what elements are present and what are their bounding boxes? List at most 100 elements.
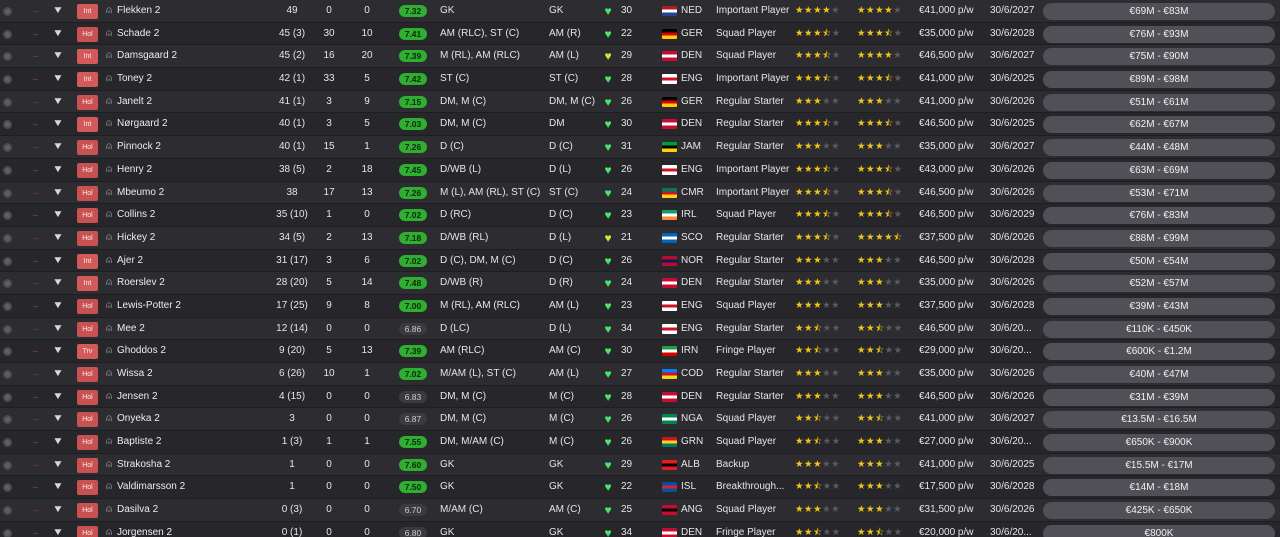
transfer-value[interactable]: €76M - €83M: [1043, 207, 1275, 225]
chevron-down-icon[interactable]: ▼: [51, 23, 65, 46]
chevron-down-icon[interactable]: ▼: [51, 295, 65, 318]
transfer-value[interactable]: €88M - €99M: [1043, 229, 1275, 247]
player-name[interactable]: Mbeumo 2: [117, 182, 267, 205]
chevron-down-icon[interactable]: ▼: [51, 113, 65, 136]
table-row[interactable]: ▼ Hol ⍝ Schade 2 45 (3) 30 10 7.41 AM (R…: [0, 22, 1280, 46]
player-name[interactable]: Hickey 2: [117, 227, 267, 250]
chevron-down-icon[interactable]: ▼: [51, 159, 65, 182]
transfer-value[interactable]: €39M - €43M: [1043, 297, 1275, 315]
chevron-down-icon[interactable]: ▼: [51, 91, 65, 114]
row-select-icon[interactable]: [3, 392, 12, 402]
table-row[interactable]: ▼ Int ⍝ Nørgaard 2 40 (1) 3 5 7.03 DM, M…: [0, 113, 1280, 137]
chevron-down-icon[interactable]: ▼: [51, 250, 65, 273]
table-row[interactable]: ▼ Hol ⍝ Lewis-Potter 2 17 (25) 9 8 7.00 …: [0, 294, 1280, 318]
player-name[interactable]: Jensen 2: [117, 386, 267, 409]
row-select-icon[interactable]: [3, 256, 12, 266]
row-select-icon[interactable]: [3, 120, 12, 130]
table-row[interactable]: ▼ Hol ⍝ Onyeka 2 3 0 0 6.87 DM, M (C) M …: [0, 408, 1280, 432]
player-name[interactable]: Strakosha 2: [117, 454, 267, 477]
row-select-icon[interactable]: [3, 347, 12, 357]
player-name[interactable]: Pinnock 2: [117, 136, 267, 159]
table-row[interactable]: ▼ Int ⍝ Toney 2 42 (1) 33 5 7.42 ST (C) …: [0, 68, 1280, 91]
row-select-icon[interactable]: [3, 370, 12, 379]
table-row[interactable]: ▼ Hol ⍝ Janelt 2 41 (1) 3 9 7.15 DM, M (…: [0, 90, 1280, 114]
chevron-down-icon[interactable]: ▼: [51, 454, 65, 477]
row-select-icon[interactable]: [3, 460, 12, 470]
transfer-value[interactable]: €75M - €90M: [1043, 48, 1275, 66]
row-select-icon[interactable]: [3, 165, 12, 175]
table-row[interactable]: ▼ Hol ⍝ Pinnock 2 40 (1) 15 1 7.26 D (C)…: [0, 136, 1280, 159]
player-name[interactable]: Flekken 2: [117, 0, 267, 23]
table-row[interactable]: ▼ Hol ⍝ Jorgensen 2 0 (1) 0 0 6.80 GK GK…: [0, 521, 1280, 537]
chevron-down-icon[interactable]: ▼: [51, 68, 65, 91]
chevron-down-icon[interactable]: ▼: [51, 204, 65, 227]
transfer-value[interactable]: €63M - €69M: [1043, 161, 1275, 179]
transfer-value[interactable]: €15.5M - €17M: [1043, 456, 1275, 474]
chevron-down-icon[interactable]: ▼: [51, 386, 65, 409]
table-row[interactable]: ▼ Hol ⍝ Strakosha 2 1 0 0 7.60 GK GK ♥ 2…: [0, 453, 1280, 477]
transfer-value[interactable]: €31M - €39M: [1043, 388, 1275, 406]
table-row[interactable]: ▼ Hol ⍝ Wissa 2 6 (26) 10 1 7.02 M/AM (L…: [0, 363, 1280, 386]
table-row[interactable]: ▼ Int ⍝ Ajer 2 31 (17) 3 6 7.02 D (C), D…: [0, 249, 1280, 273]
chevron-down-icon[interactable]: ▼: [51, 431, 65, 454]
row-select-icon[interactable]: [3, 483, 12, 493]
table-row[interactable]: ▼ Int ⍝ Flekken 2 49 0 0 7.32 GK GK ♥ 30…: [0, 0, 1280, 23]
transfer-value[interactable]: €40M - €47M: [1043, 366, 1275, 383]
transfer-value[interactable]: €89M - €98M: [1043, 71, 1275, 89]
transfer-value[interactable]: €110K - €450K: [1043, 320, 1275, 338]
player-name[interactable]: Toney 2: [117, 68, 267, 91]
table-row[interactable]: ▼ Hol ⍝ Collins 2 35 (10) 1 0 7.02 D (RC…: [0, 204, 1280, 227]
player-name[interactable]: Ghoddos 2: [117, 340, 267, 363]
table-row[interactable]: ▼ Int ⍝ Roerslev 2 28 (20) 5 14 7.48 D/W…: [0, 272, 1280, 295]
player-name[interactable]: Damsgaard 2: [117, 45, 267, 68]
player-name[interactable]: Henry 2: [117, 159, 267, 182]
player-name[interactable]: Janelt 2: [117, 91, 267, 114]
chevron-down-icon[interactable]: ▼: [51, 408, 65, 431]
table-row[interactable]: ▼ Hol ⍝ Mee 2 12 (14) 0 0 6.86 D (LC) D …: [0, 317, 1280, 341]
transfer-value[interactable]: €425K - €650K: [1043, 502, 1275, 520]
row-select-icon[interactable]: [3, 211, 12, 221]
table-row[interactable]: ▼ Hol ⍝ Valdimarsson 2 1 0 0 7.50 GK GK …: [0, 476, 1280, 500]
transfer-value[interactable]: €650K - €900K: [1043, 434, 1275, 452]
player-name[interactable]: Dasilva 2: [117, 499, 267, 522]
row-select-icon[interactable]: [3, 75, 12, 85]
row-select-icon[interactable]: [3, 97, 12, 107]
transfer-value[interactable]: €44M - €48M: [1043, 139, 1275, 157]
chevron-down-icon[interactable]: ▼: [51, 476, 65, 499]
table-row[interactable]: ▼ Hol ⍝ Henry 2 38 (5) 2 18 7.45 D/WB (L…: [0, 158, 1280, 182]
player-name[interactable]: Lewis-Potter 2: [117, 295, 267, 318]
transfer-value[interactable]: €13.5M - €16.5M: [1043, 411, 1275, 429]
row-select-icon[interactable]: [3, 188, 12, 198]
player-name[interactable]: Jorgensen 2: [117, 522, 267, 537]
player-name[interactable]: Baptiste 2: [117, 431, 267, 454]
row-select-icon[interactable]: [3, 52, 12, 62]
chevron-down-icon[interactable]: ▼: [51, 227, 65, 250]
transfer-value[interactable]: €800K: [1043, 524, 1275, 537]
row-select-icon[interactable]: [3, 29, 12, 39]
player-name[interactable]: Collins 2: [117, 204, 267, 227]
transfer-value[interactable]: €51M - €61M: [1043, 93, 1275, 111]
chevron-down-icon[interactable]: ▼: [51, 318, 65, 341]
player-name[interactable]: Ajer 2: [117, 250, 267, 273]
row-select-icon[interactable]: [3, 506, 12, 516]
transfer-value[interactable]: €50M - €54M: [1043, 252, 1275, 270]
player-name[interactable]: Roerslev 2: [117, 272, 267, 295]
transfer-value[interactable]: €600K - €1.2M: [1043, 343, 1275, 361]
player-name[interactable]: Schade 2: [117, 23, 267, 46]
row-select-icon[interactable]: [3, 528, 12, 537]
chevron-down-icon[interactable]: ▼: [51, 0, 65, 23]
transfer-value[interactable]: €62M - €67M: [1043, 116, 1275, 134]
chevron-down-icon[interactable]: ▼: [51, 522, 65, 537]
transfer-value[interactable]: €53M - €71M: [1043, 184, 1275, 202]
chevron-down-icon[interactable]: ▼: [51, 340, 65, 363]
chevron-down-icon[interactable]: ▼: [51, 363, 65, 386]
table-row[interactable]: ▼ Hol ⍝ Jensen 2 4 (15) 0 0 6.83 DM, M (…: [0, 385, 1280, 409]
player-name[interactable]: Wissa 2: [117, 363, 267, 386]
row-select-icon[interactable]: [3, 143, 12, 153]
chevron-down-icon[interactable]: ▼: [51, 45, 65, 68]
player-name[interactable]: Mee 2: [117, 318, 267, 341]
row-select-icon[interactable]: [3, 438, 12, 448]
player-name[interactable]: Onyeka 2: [117, 408, 267, 431]
table-row[interactable]: ▼ Int ⍝ Damsgaard 2 45 (2) 16 20 7.39 M …: [0, 45, 1280, 69]
chevron-down-icon[interactable]: ▼: [51, 272, 65, 295]
